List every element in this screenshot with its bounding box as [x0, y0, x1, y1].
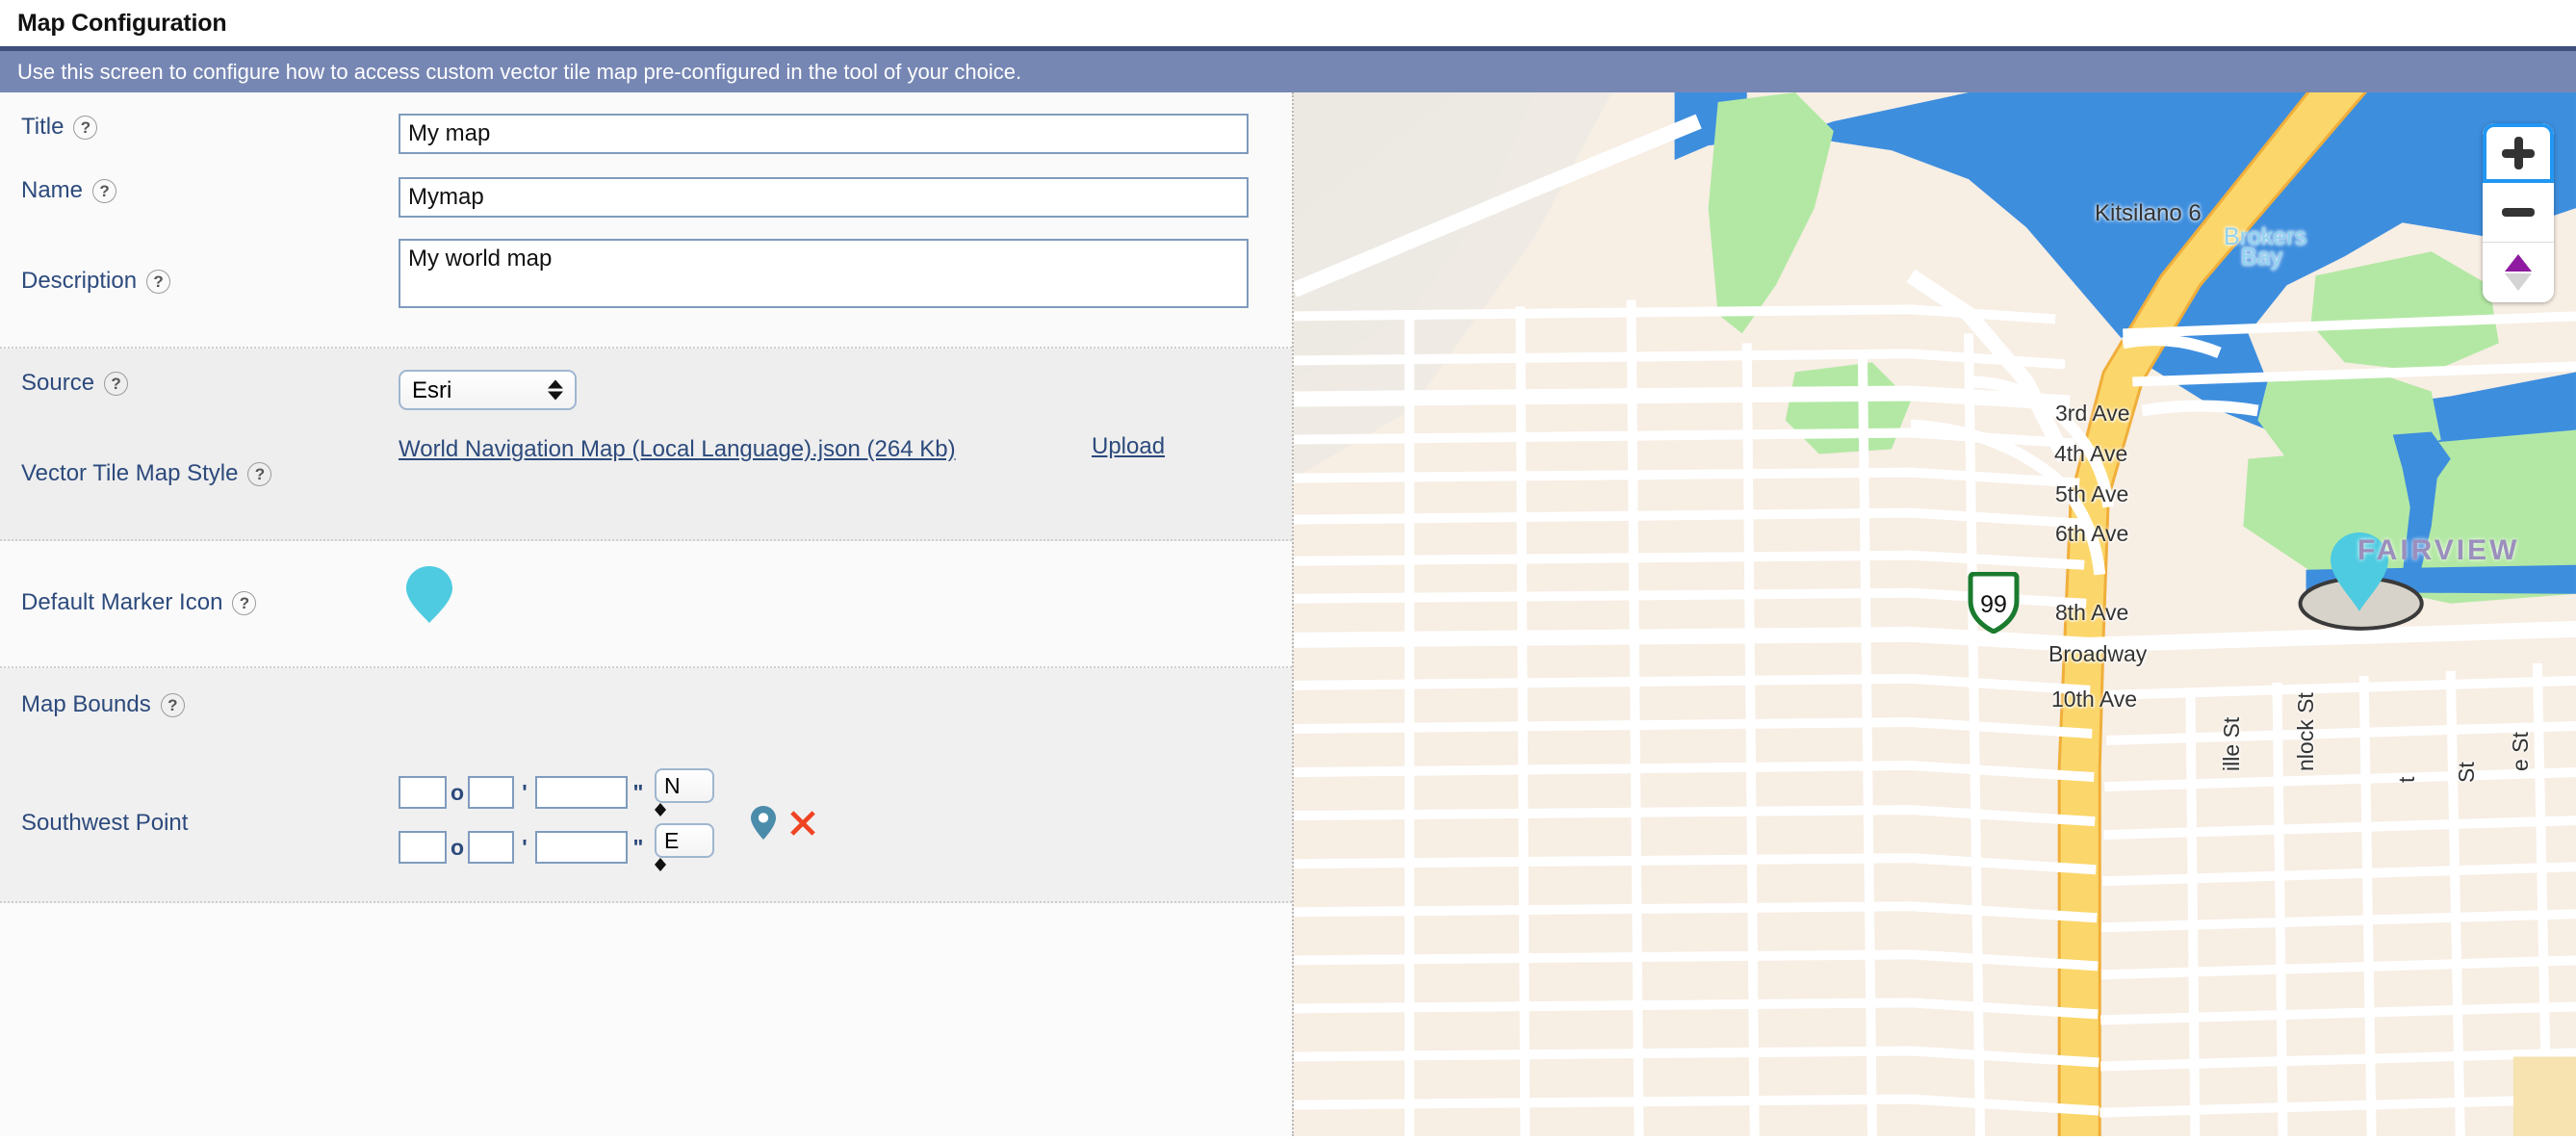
title-help-icon[interactable]: ?: [73, 116, 97, 140]
minus-icon: [2502, 208, 2535, 217]
marker-field-cell: [399, 562, 1292, 626]
map-bounds-help-icon[interactable]: ?: [161, 693, 185, 717]
source-label: Source: [21, 370, 94, 397]
row-name: Name ?: [0, 177, 1292, 239]
source-help-icon[interactable]: ?: [104, 372, 128, 396]
map-preview-panel[interactable]: 99 Kitsilano 6BrokersBay3rd Ave4th Ave5t…: [1292, 92, 2576, 1136]
name-input[interactable]: [399, 177, 1249, 218]
second-symbol: ": [628, 835, 649, 861]
southwest-latitude-line: o ' " N: [399, 768, 714, 816]
southwest-longitude-line: o ' " E: [399, 823, 714, 871]
degree-symbol: o: [447, 780, 468, 806]
map-marker[interactable]: [2327, 531, 2392, 618]
row-source: Source ? Esri: [0, 370, 1292, 433]
sw-lat-minutes-input[interactable]: [468, 776, 514, 809]
name-label-group: Name ?: [0, 177, 399, 204]
description-help-icon[interactable]: ?: [146, 270, 170, 294]
map-pin-icon: [399, 562, 460, 626]
zoom-in-button[interactable]: [2483, 123, 2554, 183]
delete-point-button[interactable]: [787, 808, 818, 839]
upload-link[interactable]: Upload: [1092, 433, 1165, 460]
section-source: Source ? Esri Vector Tile Map Style ?: [0, 349, 1292, 541]
map-pin-icon: [749, 805, 778, 842]
southwest-actions: [749, 805, 818, 842]
instruction-banner: Use this screen to configure how to acce…: [0, 46, 2576, 92]
section-map-bounds: Map Bounds ? Southwest Point o ': [0, 668, 1292, 903]
southwest-coord-grid: o ' " N: [399, 768, 714, 878]
degree-symbol: o: [447, 835, 468, 861]
map-bounds-label: Map Bounds: [21, 691, 151, 718]
compass-icon: [2505, 254, 2532, 291]
minute-symbol: ': [514, 835, 535, 861]
style-field-cell: World Navigation Map (Local Language).js…: [399, 433, 1292, 468]
title-label-group: Title ?: [0, 114, 399, 141]
sw-lon-minutes-input[interactable]: [468, 831, 514, 864]
name-help-icon[interactable]: ?: [92, 179, 116, 203]
style-label-group: Vector Tile Map Style ?: [0, 460, 399, 487]
marker-help-icon[interactable]: ?: [232, 591, 256, 615]
vector-style-file-link[interactable]: World Navigation Map (Local Language).js…: [399, 436, 956, 462]
section-marker: Default Marker Icon ?: [0, 541, 1292, 668]
plus-icon: [2502, 137, 2535, 169]
description-field-cell: My world map: [399, 239, 1292, 313]
compass-button[interactable]: [2483, 243, 2554, 302]
sw-lat-direction-wrap: N: [655, 768, 714, 816]
stepper-arrows-icon: [655, 803, 714, 816]
row-map-bounds: Map Bounds ?: [0, 691, 1292, 751]
second-symbol: ": [628, 780, 649, 806]
sw-lat-direction-select[interactable]: N: [655, 768, 714, 803]
source-field-cell: Esri: [399, 370, 1292, 410]
stepper-arrows-icon: [655, 858, 714, 871]
sw-lon-seconds-input[interactable]: [535, 831, 628, 864]
style-help-icon[interactable]: ?: [247, 462, 271, 486]
pick-on-map-button[interactable]: [749, 805, 778, 842]
row-title: Title ?: [0, 114, 1292, 177]
description-label: Description: [21, 268, 137, 295]
description-textarea[interactable]: My world map: [399, 239, 1249, 308]
map-configuration-form: Title ? Name ? Description: [0, 92, 1292, 1136]
source-select[interactable]: Esri: [399, 370, 577, 410]
map-zoom-controls: [2483, 123, 2554, 302]
sw-lon-degrees-input[interactable]: [399, 831, 447, 864]
red-x-icon: [787, 808, 818, 839]
svg-text:99: 99: [1980, 591, 2007, 618]
marker-label-group: Default Marker Icon ?: [0, 589, 399, 616]
zoom-out-button[interactable]: [2483, 183, 2554, 243]
main-content: Title ? Name ? Description: [0, 92, 2576, 1136]
row-southwest-point: Southwest Point o ' ": [0, 768, 1292, 878]
name-field-cell: [399, 177, 1292, 218]
title-input[interactable]: [399, 114, 1249, 154]
section-identity: Title ? Name ? Description: [0, 92, 1292, 349]
sw-lon-direction-wrap: E: [655, 823, 714, 871]
page-title: Map Configuration: [0, 0, 2576, 46]
southwest-field-cell: o ' " N: [399, 768, 1292, 878]
highway-shield-99: 99: [1967, 572, 2021, 638]
default-marker-icon-label: Default Marker Icon: [21, 589, 222, 616]
title-field-cell: [399, 114, 1292, 154]
sw-lon-direction-select[interactable]: E: [655, 823, 714, 858]
vector-tile-map-style-label: Vector Tile Map Style: [21, 460, 238, 487]
southwest-label-group: Southwest Point: [0, 810, 399, 837]
row-vector-style: Vector Tile Map Style ? World Navigation…: [0, 433, 1292, 514]
sw-lat-degrees-input[interactable]: [399, 776, 447, 809]
minute-symbol: ': [514, 780, 535, 806]
row-default-marker: Default Marker Icon ?: [0, 562, 1292, 643]
source-select-wrap: Esri: [399, 370, 577, 410]
name-label: Name: [21, 177, 83, 204]
southwest-point-label: Southwest Point: [21, 810, 188, 837]
description-label-group: Description ?: [0, 268, 399, 295]
map-bounds-label-group: Map Bounds ?: [0, 691, 399, 718]
source-label-group: Source ?: [0, 370, 399, 397]
sw-lat-seconds-input[interactable]: [535, 776, 628, 809]
style-link-box: World Navigation Map (Local Language).js…: [399, 433, 1072, 468]
row-description: Description ? My world map: [0, 239, 1292, 324]
default-marker-swatch[interactable]: [399, 562, 460, 626]
title-label: Title: [21, 114, 64, 141]
